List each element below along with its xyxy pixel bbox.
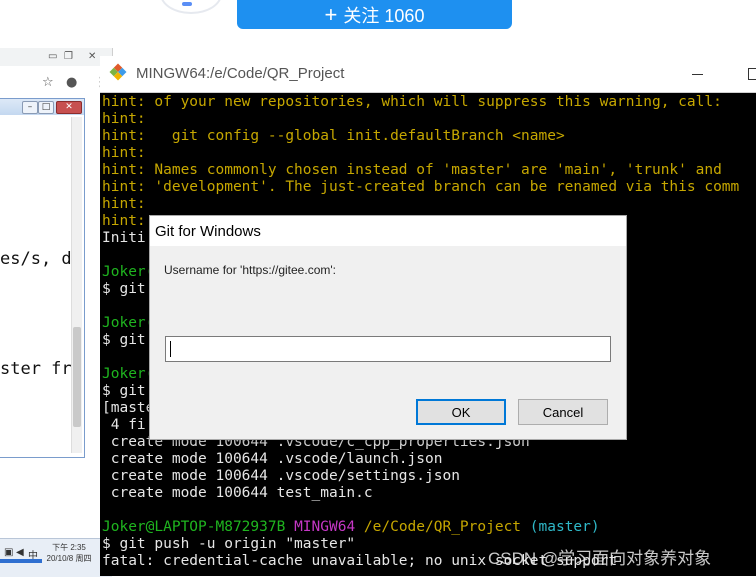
- terminal-line: create mode 100644 .vscode/launch.json: [102, 451, 443, 468]
- editor-scrollbar-thumb[interactable]: [73, 327, 81, 427]
- username-input[interactable]: [165, 336, 611, 362]
- terminal-text-segment: $ git: [102, 383, 146, 399]
- terminal-title: MINGW64:/e/Code/QR_Project: [136, 65, 345, 82]
- terminal-text-segment: create mode 100644 .vscode/launch.json: [102, 451, 443, 467]
- editor-text-line: ster fr: [0, 359, 72, 379]
- username-prompt: Username for 'https://gitee.com':: [164, 263, 336, 277]
- taskbar-date: 20/10/8 周四: [46, 554, 92, 563]
- terminal-line: Joker(: [102, 315, 154, 332]
- terminal-line: [maste: [102, 400, 154, 417]
- ok-button[interactable]: OK: [416, 399, 506, 425]
- terminal-line: hint:: [102, 196, 146, 213]
- terminal-text-segment: hint:: [102, 196, 146, 212]
- taskbar-active-indicator: [0, 559, 42, 563]
- terminal-text-segment: 4 fi: [102, 417, 146, 433]
- tray-icon[interactable]: ▣: [4, 547, 13, 558]
- editor-minimize-icon[interactable]: –: [22, 101, 38, 114]
- cancel-button[interactable]: Cancel: [518, 399, 608, 425]
- credential-dialog: Git for Windows Username for 'https://gi…: [149, 215, 627, 440]
- terminal-line: hint: of your new repositories, which wi…: [102, 94, 722, 111]
- close-icon[interactable]: ✕: [88, 51, 96, 62]
- follow-button-label: 关注 1060: [343, 5, 425, 26]
- editor-titlebar: – □ ✕: [0, 99, 84, 115]
- terminal-text-segment: $ git: [102, 281, 146, 297]
- terminal-text-segment: Joker(: [102, 315, 155, 331]
- editor-maximize-icon[interactable]: □: [38, 101, 54, 114]
- terminal-text-segment: Initi: [102, 230, 146, 246]
- taskbar-clock[interactable]: 下午 2:35 20/10/8 周四: [46, 542, 92, 564]
- watermark: CSDN @学习面向对象养对象: [488, 549, 712, 568]
- terminal-titlebar[interactable]: MINGW64:/e/Code/QR_Project: [100, 56, 756, 93]
- terminal-line: Joker(: [102, 366, 154, 383]
- terminal-line: $ git: [102, 383, 146, 400]
- terminal-text-segment: create mode 100644 test_main.c: [102, 485, 373, 501]
- terminal-text-segment: hint: of your new repositories, which wi…: [102, 94, 722, 110]
- terminal-line: create mode 100644 .vscode/settings.json: [102, 468, 460, 485]
- terminal-text-segment: hint: Names commonly chosen instead of '…: [102, 162, 722, 178]
- terminal-line: $ git: [102, 332, 146, 349]
- browser-toolbar: ☆ ● ⋮: [0, 70, 112, 96]
- terminal-text-segment: $ git: [102, 332, 146, 348]
- terminal-line: hint: git config --global init.defaultBr…: [102, 128, 565, 145]
- terminal-text-segment: MINGW64: [294, 519, 364, 535]
- taskbar: ▣ ◀ 中 下午 2:35 20/10/8 周四: [0, 538, 112, 577]
- terminal-text-segment: hint:: [102, 111, 146, 127]
- background-editor-window: – □ ✕ es/s, d ster fr: [0, 98, 85, 458]
- text-caret: [170, 341, 171, 357]
- browser-titlebar: ▭ ❐ ✕: [0, 48, 112, 66]
- dialog-title: Git for Windows: [155, 223, 261, 240]
- taskbar-time: 下午 2:35: [52, 543, 86, 552]
- terminal-line: create mode 100644 test_main.c: [102, 485, 373, 502]
- follow-button[interactable]: + 关注 1060: [237, 0, 512, 29]
- terminal-text-segment: hint:: [102, 213, 146, 229]
- minimize-icon[interactable]: ▭: [48, 51, 57, 62]
- terminal-text-segment: hint:: [102, 145, 146, 161]
- terminal-text-segment: (master): [529, 519, 600, 535]
- account-icon[interactable]: ●: [66, 75, 77, 90]
- terminal-text-segment: Joker@LAPTOP-M872937B: [102, 519, 295, 535]
- terminal-text-segment: $ git push -u origin "master": [102, 536, 356, 552]
- terminal-text-segment: Joker(: [102, 264, 155, 280]
- editor-close-icon[interactable]: ✕: [56, 101, 82, 114]
- terminal-maximize-icon[interactable]: [748, 68, 756, 80]
- dialog-titlebar[interactable]: Git for Windows: [150, 216, 626, 246]
- terminal-line: hint: 'development'. The just-created br…: [102, 179, 739, 196]
- terminal-line: hint:: [102, 213, 146, 230]
- restore-icon[interactable]: ❐: [64, 51, 73, 62]
- terminal-text-segment: [maste: [102, 400, 155, 416]
- bookmark-star-icon[interactable]: ☆: [42, 75, 54, 90]
- terminal-text-segment: hint: git config --global init.defaultBr…: [102, 128, 565, 144]
- webpage-header: + 关注 1060: [0, 0, 756, 48]
- terminal-line: Joker(: [102, 264, 154, 281]
- terminal-line: $ git push -u origin "master": [102, 536, 355, 553]
- terminal-minimize-icon[interactable]: [692, 74, 703, 75]
- terminal-text-segment: /e/Code/QR_Project: [363, 519, 530, 535]
- terminal-text-segment: hint: 'development'. The just-created br…: [102, 179, 740, 195]
- editor-scrollbar[interactable]: [71, 117, 82, 453]
- terminal-line: hint:: [102, 111, 146, 128]
- terminal-line: Joker@LAPTOP-M872937B MINGW64 /e/Code/QR…: [102, 519, 600, 536]
- terminal-line: hint: Names commonly chosen instead of '…: [102, 162, 722, 179]
- terminal-line: 4 fi: [102, 417, 146, 434]
- terminal-text-segment: create mode 100644 .vscode/settings.json: [102, 468, 460, 484]
- terminal-text-segment: Joker(: [102, 366, 155, 382]
- plus-icon: +: [324, 1, 338, 27]
- git-logo-icon: [109, 63, 127, 81]
- volume-icon[interactable]: ◀: [16, 547, 24, 558]
- avatar-mark: [182, 2, 192, 6]
- editor-text-line: es/s, d: [0, 249, 72, 269]
- terminal-line: hint:: [102, 145, 146, 162]
